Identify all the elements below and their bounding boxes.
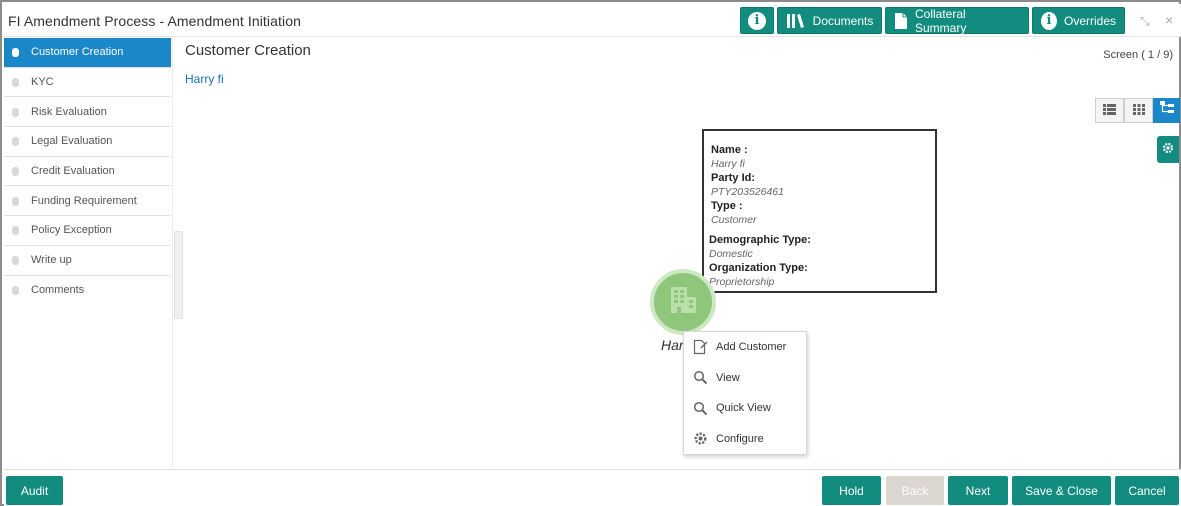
hold-button[interactable]: Hold [822,476,881,505]
overrides-label: Overrides [1063,13,1116,28]
document-icon [894,12,908,30]
demographic-type-label: Demographic Type: [709,234,811,246]
menu-item-quick-view[interactable]: Quick View [684,393,806,424]
party-id-value: PTY203526461 [711,186,784,198]
sidebar-item-label: Risk Evaluation [31,105,107,118]
menu-item-label: View [716,371,740,384]
type-label: Type : [711,200,743,212]
header-bar: FI Amendment Process - Amendment Initiat… [4,4,1181,37]
audit-button[interactable]: Audit [6,476,63,505]
sidebar-item-label: KYC [31,76,54,89]
step-indicator [12,196,19,206]
sidebar-item-policy-exception[interactable]: Policy Exception [4,216,171,246]
organization-type-label: Organization Type: [709,262,808,274]
cancel-button[interactable]: Cancel [1115,476,1179,505]
sidebar-item-credit-evaluation[interactable]: Credit Evaluation [4,157,171,187]
documents-button[interactable]: Documents [777,7,882,34]
name-value: Harry fi [711,158,745,170]
step-indicator [12,226,19,236]
back-button[interactable]: Back [886,476,944,505]
sidebar-item-legal-evaluation[interactable]: Legal Evaluation [4,127,171,157]
name-label: Name : [711,144,748,156]
menu-item-configure[interactable]: Configure [684,424,806,455]
search-icon [692,370,708,386]
window-title: FI Amendment Process - Amendment Initiat… [8,13,301,29]
gear-icon [1162,141,1174,159]
type-value: Customer [711,214,757,226]
close-icon[interactable]: × [1165,12,1173,28]
menu-item-label: Quick View [716,402,771,415]
customer-node[interactable] [650,269,716,335]
sidebar-divider [172,38,173,468]
sidebar-item-label: Comments [31,284,85,297]
info-icon: i [1041,11,1057,30]
sidebar-item-label: Legal Evaluation [31,135,113,148]
info-button[interactable]: i [740,7,774,34]
customer-name-link[interactable]: Harry fi [185,72,224,86]
collateral-summary-label: Collateral Summary [915,6,967,35]
customer-node-label: Har [661,337,684,353]
process-sidebar: Customer Creation KYC Risk Evaluation Le… [4,38,171,468]
screen-indicator: Screen ( 1 / 9) [1103,49,1173,61]
step-indicator [12,167,19,177]
library-icon [786,13,806,29]
add-document-icon [692,339,708,355]
overrides-button[interactable]: i Overrides [1032,7,1125,34]
sidebar-item-customer-creation[interactable]: Customer Creation [4,38,171,68]
step-indicator [12,48,19,58]
step-indicator [12,256,19,266]
sidebar-resize-handle[interactable] [174,231,183,319]
step-indicator [12,107,19,117]
menu-item-view[interactable]: View [684,363,806,394]
footer-bar: Audit Hold Back Next Save & Close Cancel [4,469,1181,506]
organization-type-value: Proprietorship [709,276,775,288]
tree-view-button[interactable] [1153,98,1180,123]
menu-item-label: Configure [716,432,764,445]
sidebar-item-write-up[interactable]: Write up [4,246,171,276]
gear-icon [692,431,708,447]
sidebar-item-comments[interactable]: Comments [4,276,171,306]
documents-label: Documents [812,13,874,28]
list-icon [1103,102,1116,120]
next-button[interactable]: Next [948,476,1008,505]
sidebar-item-label: Funding Requirement [31,194,137,207]
info-icon: i [748,11,766,30]
sidebar-item-label: Write up [31,254,72,267]
building-icon [667,285,699,320]
node-context-menu: Add Customer View Quick View Configure [683,331,807,455]
sidebar-item-funding-requirement[interactable]: Funding Requirement [4,186,171,217]
party-id-label: Party Id: [711,172,756,184]
menu-item-label: Add Customer [716,341,787,354]
save-close-button[interactable]: Save & Close [1012,476,1111,505]
sidebar-item-kyc[interactable]: KYC [4,68,171,98]
sidebar-item-label: Policy Exception [31,224,112,237]
collateral-summary-button[interactable]: Collateral Summary [885,6,1029,35]
search-icon [692,400,708,416]
sidebar-item-risk-evaluation[interactable]: Risk Evaluation [4,97,171,128]
settings-side-button[interactable] [1157,136,1179,163]
grid-icon [1132,102,1145,120]
list-view-button[interactable] [1095,98,1124,123]
demographic-type-value: Domestic [709,248,753,260]
menu-item-add-customer[interactable]: Add Customer [684,332,806,363]
step-indicator [12,286,19,296]
page-title: Customer Creation [185,42,311,59]
sidebar-item-label: Credit Evaluation [31,165,115,178]
step-indicator [12,137,19,147]
customer-info-tooltip: Name : Harry fi Party Id: PTY203526461 T… [702,129,937,293]
grid-view-button[interactable] [1124,98,1153,123]
hierarchy-icon [1159,101,1174,120]
minimize-arrows-icon[interactable]: ⤡ [1140,14,1150,29]
step-indicator [12,78,19,88]
sidebar-item-label: Customer Creation [31,46,124,59]
app-window: FI Amendment Process - Amendment Initiat… [0,0,1181,506]
